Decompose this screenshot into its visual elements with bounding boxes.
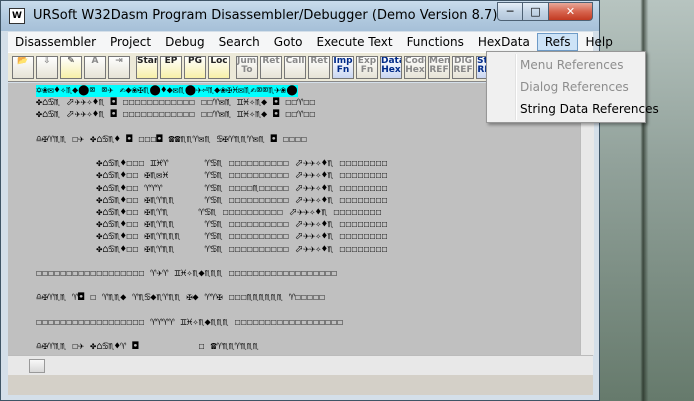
goto-location-button[interactable]: Loc: [208, 56, 230, 79]
ret-icon: Ret: [262, 56, 280, 66]
open-file-icon: 📂: [17, 56, 29, 66]
font-button[interactable]: A: [84, 56, 106, 79]
selected-code-line[interactable]: ✡❀✉♦✧♏◆⬤⌧ ⌧✈ ✍◆❀✠♏⬤♦◆✉♏⬤✈⏎♏◆❀✠♓✉♏✍⌧⌧♏✈❀⬤: [36, 85, 298, 97]
code-line[interactable]: ✤⌂♋♏♦☐☐☐ ♊♓♈ ♈♋♏ ☐☐☐☐☐☐☐☐☐☐ ⬀✈✈✧♦♏ ☐☐☐☐☐…: [36, 158, 387, 170]
horizontal-scrollbar[interactable]: [8, 355, 593, 376]
goto-start-button[interactable]: Start: [136, 56, 158, 79]
app-icon[interactable]: W: [9, 8, 25, 24]
exp-fn-button[interactable]: Exp Fn: [356, 56, 378, 79]
code-line[interactable]: ✤⌂♋♏ ⬀✈✈✧♦♏ ◘ ☐☐☐☐☐☐☐☐☐☐☐☐ ☐☐♈✉♏ ♊♓✧♏◆ ◘…: [36, 97, 315, 109]
code-line[interactable]: ♎✠♈♏♏ ☐✈ ✤⌂♋♏♦ ◘ ☐☐☐◘ ☎☎♏♏♈✉♏ ♋✠♈♏♏♈✉♏ ◘…: [36, 134, 307, 146]
imp-fn-icon: Imp Fn: [333, 56, 353, 75]
code-line[interactable]: ✤⌂♋♏♦☐☐ ✠♏♈♏ ♈♋♏ ☐☐☐☐☐☐☐☐☐☐ ⬀✈✈✧♦♏ ☐☐☐☐☐…: [36, 207, 381, 219]
code-line[interactable]: ♎✠♈♏♏ ☐✈ ✤⌂♋♏♦♈ ◘ ☐ ☎♈♏♏♈♏♏♏: [36, 341, 259, 353]
exp-fn-icon: Exp Fn: [357, 56, 377, 75]
dlg-ref-button[interactable]: DlG REF: [452, 56, 474, 79]
goto-code-icon: ⇥: [115, 56, 123, 66]
code-line[interactable]: ✤⌂♋♏♦☐☐ ✠♏✉♓ ♈♋♏ ☐☐☐☐☐☐☐☐☐☐ ⬀✈✈✧♦♏ ☐☐☐☐☐…: [36, 170, 387, 182]
ret-back-icon: Ret: [310, 56, 328, 66]
disassembly-view[interactable]: ✡❀✉♦✧♏◆⬤⌧ ⌧✈ ✍◆❀✠♏⬤♦◆✉♏⬤✈⏎♏◆❀✠♓✉♏✍⌧⌧♏✈❀⬤…: [8, 83, 580, 355]
title-bar[interactable]: W URSoft W32Dasm Program Disassembler/De…: [1, 1, 599, 31]
menu-functions[interactable]: Functions: [400, 33, 471, 51]
menu-hexdata[interactable]: HexData: [471, 33, 537, 51]
code-line[interactable]: ☐☐☐☐☐☐☐☐☐☐☐☐☐☐☐☐☐☐ ♈♈♈♈ ♊♓✧♏◆♏♏♏ ☐☐☐☐☐☐☐…: [36, 317, 343, 329]
ret-button[interactable]: Ret: [260, 56, 282, 79]
window-title: URSoft W32Dasm Program Disassembler/Debu…: [33, 8, 498, 23]
vertical-scrollbar[interactable]: [580, 83, 594, 355]
menu-project[interactable]: Project: [103, 33, 158, 51]
print-icon: ✎: [67, 56, 75, 66]
menu-bar: Disassembler Project Debug Search Goto Execut…: [8, 32, 613, 52]
goto-start-icon: Start: [137, 56, 158, 66]
ret-back-button[interactable]: Ret: [308, 56, 330, 79]
code-hex-icon: Code Hex: [405, 56, 425, 75]
code-line[interactable]: ✤⌂♋♏ ⬀✈✈✧♦♏ ◘ ☐☐☐☐☐☐☐☐☐☐☐☐ ☐☐♈✉♏ ♊♓✧♏◆ ◘…: [36, 109, 315, 121]
jump-to-button[interactable]: Jump To: [236, 56, 258, 79]
menu-ref-icon: Menu REF: [429, 56, 450, 75]
goto-ep-button[interactable]: EP: [160, 56, 182, 79]
menu-item-string-data-references[interactable]: String Data References: [520, 99, 659, 119]
menu-ref-button[interactable]: Menu REF: [428, 56, 450, 79]
font-icon: A: [91, 56, 99, 66]
goto-page-icon: PG: [188, 56, 202, 66]
goto-location-icon: Loc: [210, 56, 228, 66]
data-hex-button[interactable]: Data Hex: [380, 56, 402, 79]
goto-page-button[interactable]: PG: [184, 56, 206, 79]
save-icon: ⇩: [43, 56, 51, 66]
close-button[interactable]: ✕: [549, 2, 593, 21]
code-line[interactable]: ✤⌂♋♏♦☐☐ ✠♏♈♏♏ ♈♋♏ ☐☐☐☐☐☐☐☐☐☐ ⬀✈✈✧♦♏ ☐☐☐☐…: [36, 219, 387, 231]
call-icon: Call: [285, 56, 305, 66]
data-hex-icon: Data Hex: [381, 56, 401, 75]
code-line[interactable]: ✤⌂♋♏♦☐☐ ♈♈♈ ♈♋♏ ☐☐☐☐♏☐☐☐☐☐ ⬀✈✈✧♦♏ ☐☐☐☐☐☐…: [36, 183, 387, 195]
menu-gutter: [515, 54, 517, 120]
dlg-ref-icon: DlG REF: [453, 56, 473, 75]
menu-item-menu-references[interactable]: Menu References: [520, 55, 623, 75]
maximize-button[interactable]: □: [523, 2, 549, 21]
open-file-button[interactable]: 📂: [12, 56, 34, 79]
menu-goto[interactable]: Goto: [267, 33, 310, 51]
call-button[interactable]: Call: [284, 56, 306, 79]
print-button[interactable]: ✎: [60, 56, 82, 79]
menu-search[interactable]: Search: [212, 33, 267, 51]
imp-fn-button[interactable]: Imp Fn: [332, 56, 354, 79]
menu-item-dialog-references[interactable]: Dialog References: [520, 77, 629, 97]
menu-refs[interactable]: Refs: [536, 33, 579, 51]
refs-menu: Menu References Dialog References String D…: [486, 51, 659, 123]
code-line[interactable]: ✤⌂♋♏♦☐☐ ✠♏♈♏♏ ♈♋♏ ☐☐☐☐☐☐☐☐☐☐ ⬀✈✈✧♦♏ ☐☐☐☐…: [36, 195, 387, 207]
menu-debug[interactable]: Debug: [158, 33, 211, 51]
menu-help[interactable]: Help: [578, 33, 619, 51]
code-line[interactable]: ☐☐☐☐☐☐☐☐☐☐☐☐☐☐☐☐☐☐ ♈✈♈ ♊♓✧♏◆♏♏♏ ☐☐☐☐☐☐☐☐…: [36, 268, 337, 280]
code-hex-button[interactable]: Code Hex: [404, 56, 426, 79]
menu-execute-text[interactable]: Execute Text: [309, 33, 399, 51]
code-line[interactable]: ✤⌂♋♏♦☐☐ ✠♏♈♏♏♏ ♈♋♏ ☐☐☐☐☐☐☐☐☐☐ ⬀✈✈✧♦♏ ☐☐☐…: [36, 231, 387, 243]
goto-ep-icon: EP: [164, 56, 178, 66]
status-bar: [8, 375, 593, 395]
save-button[interactable]: ⇩: [36, 56, 58, 79]
jump-to-icon: Jump To: [237, 56, 257, 75]
scrollbar-thumb[interactable]: [29, 359, 45, 373]
window-controls: ─ □ ✕: [497, 2, 593, 22]
minimize-button[interactable]: ─: [497, 2, 523, 21]
code-line[interactable]: ✤⌂♋♏♦☐☐ ✠♏♈♏♏ ♈♋♏ ☐☐☐☐☐☐☐☐☐☐ ⬀✈✈✧♦♏ ☐☐☐☐…: [36, 244, 387, 256]
goto-code-button[interactable]: ⇥: [108, 56, 130, 79]
menu-disassembler[interactable]: Disassembler: [8, 33, 103, 51]
code-line[interactable]: ♎✠♈♏♏ ♈◘ ☐ ♈♏♏◆ ♈♏♋◆♏♈♏♏ ✠◆ ♈♈✠ ☐☐☐♏♏♏♏♏…: [36, 292, 325, 304]
